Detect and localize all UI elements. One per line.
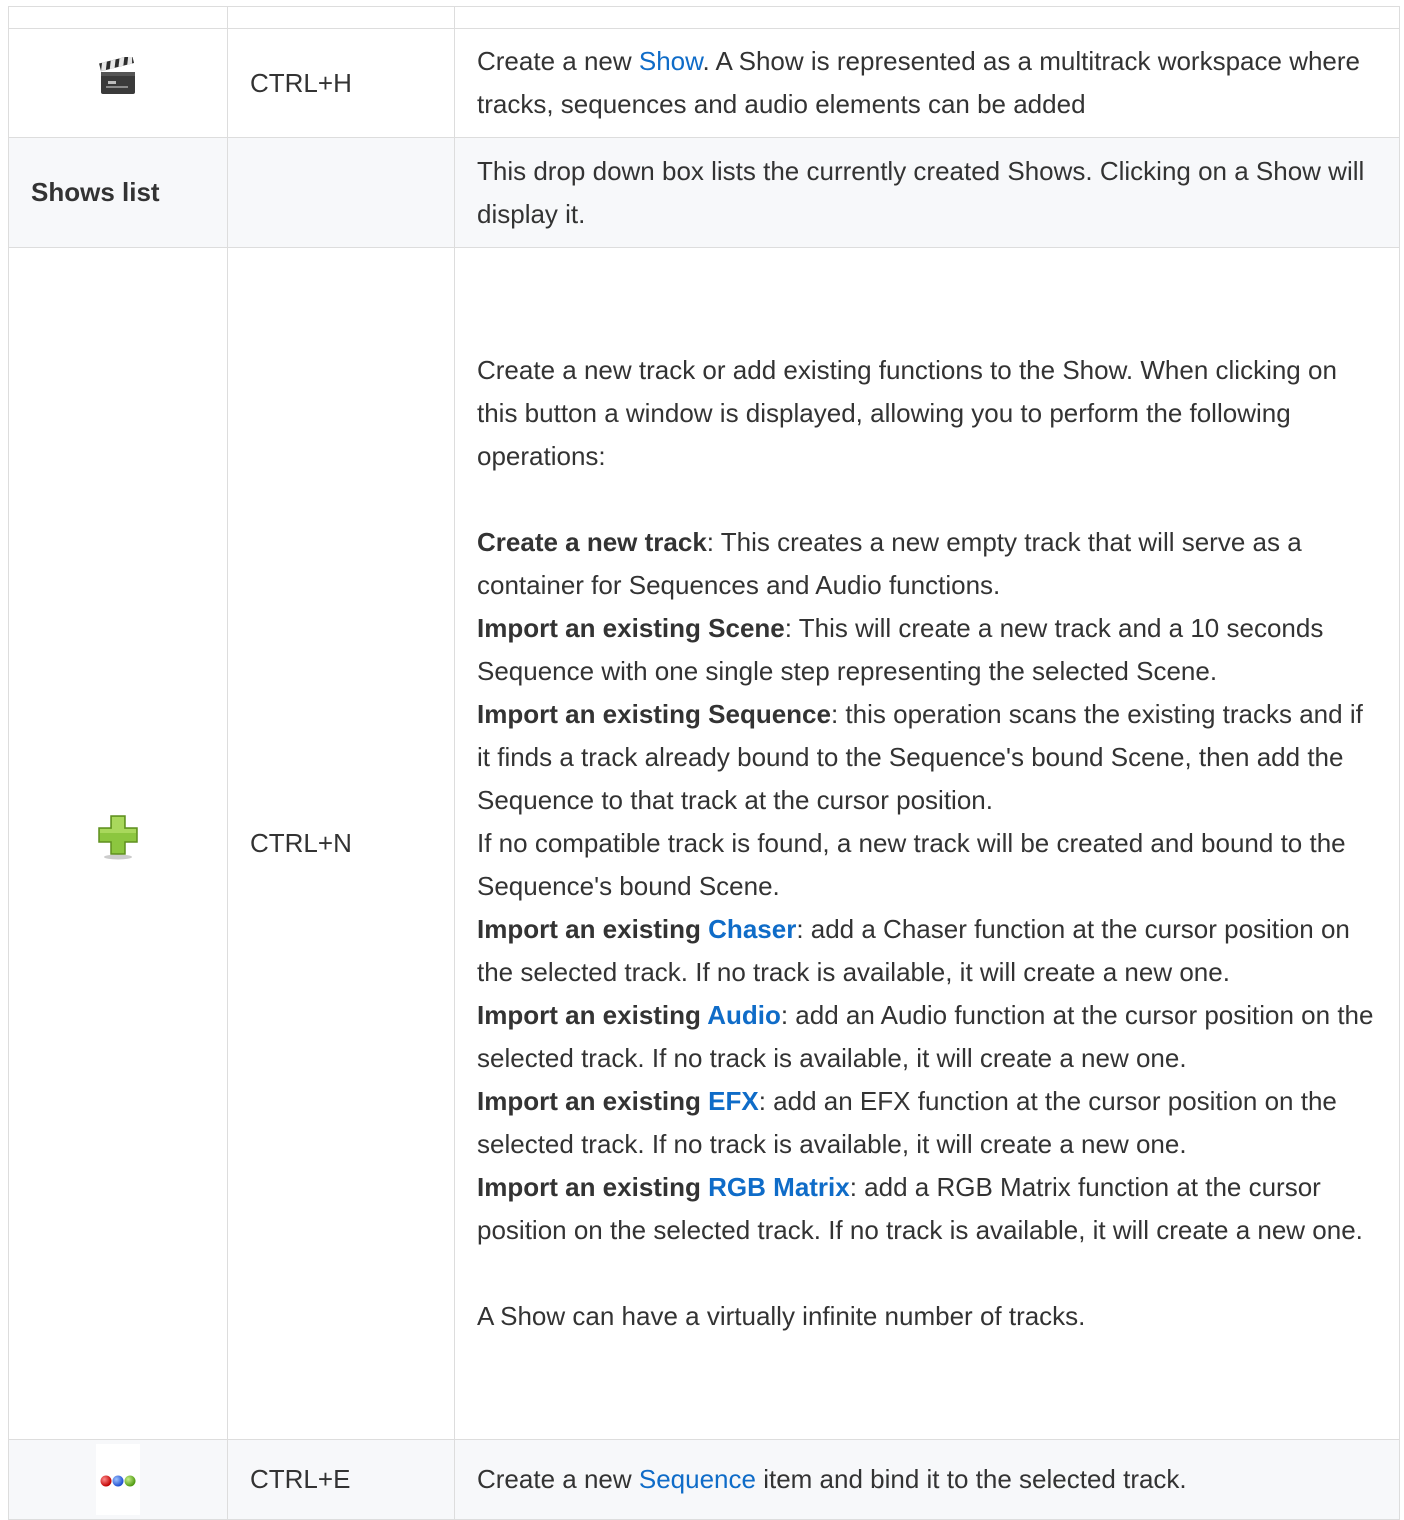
clapperboard-icon[interactable]: [98, 54, 138, 110]
sequence-link[interactable]: Sequence: [639, 1464, 756, 1494]
description-text: item and bind it to the selected track.: [755, 1464, 1187, 1494]
table-row-add-track: CTRL+N Create a new track or add existin…: [8, 247, 1400, 1440]
op-label: Import an existing RGB Matrix: [477, 1172, 850, 1202]
shortcut-table: CTRL+H Create a new Show. A Show is repr…: [8, 6, 1400, 1520]
efx-link[interactable]: EFX: [708, 1086, 759, 1116]
icon-cell: [8, 247, 228, 1440]
header-cell-1: [8, 6, 228, 29]
op-label: Import an existing EFX: [477, 1086, 759, 1116]
description-cell: Create a new track or add existing funct…: [454, 247, 1400, 1440]
op-label: Create a new track: [477, 527, 707, 557]
op-create-track: Create a new track: This creates a new e…: [477, 521, 1377, 607]
op-import-sequence: Import an existing Sequence: this operat…: [477, 693, 1377, 822]
shortcut-cell: [227, 137, 455, 248]
header-cell-2: [227, 6, 455, 29]
chaser-link[interactable]: Chaser: [708, 914, 796, 944]
table-row-new-show: CTRL+H Create a new Show. A Show is repr…: [8, 28, 1400, 138]
op-import-chaser: Import an existing Chaser: add a Chaser …: [477, 908, 1377, 994]
op-label: Import an existing Scene: [477, 613, 785, 643]
op-label: Import an existing Sequence: [477, 699, 831, 729]
three-dots-sequence-icon[interactable]: [96, 1444, 140, 1515]
rgb-matrix-link[interactable]: RGB Matrix: [708, 1172, 850, 1202]
green-plus-icon[interactable]: [97, 814, 139, 873]
icon-cell: [8, 1439, 228, 1520]
audio-link[interactable]: Audio: [707, 1000, 781, 1030]
description-cell: Create a new Show. A Show is represented…: [454, 28, 1400, 138]
outro-text: A Show can have a virtually infinite num…: [477, 1301, 1086, 1331]
icon-cell: [8, 28, 228, 138]
shortcut-cell: CTRL+N: [227, 247, 455, 1440]
op-label: Import an existing Audio: [477, 1000, 781, 1030]
intro-text: Create a new track or add existing funct…: [477, 355, 1337, 471]
description-text: Create a new: [477, 1464, 639, 1494]
table-row-new-sequence: CTRL+E Create a new Sequence item and bi…: [8, 1439, 1400, 1520]
shows-list-label: Shows list: [8, 137, 228, 248]
shortcut-cell: CTRL+E: [227, 1439, 455, 1520]
description-cell: Create a new Sequence item and bind it t…: [454, 1439, 1400, 1520]
op-import-scene: Import an existing Scene: This will crea…: [477, 607, 1377, 693]
header-row: [8, 6, 1400, 29]
op-import-rgb-matrix: Import an existing RGB Matrix: add a RGB…: [477, 1166, 1377, 1252]
op-label: Import an existing Chaser: [477, 914, 797, 944]
description-text: Create a new: [477, 46, 639, 76]
op-import-audio: Import an existing Audio: add an Audio f…: [477, 994, 1377, 1080]
header-cell-3: [454, 6, 1400, 29]
shortcut-cell: CTRL+H: [227, 28, 455, 138]
table-row-shows-list: Shows list This drop down box lists the …: [8, 137, 1400, 248]
show-link[interactable]: Show: [639, 46, 703, 76]
op-import-efx: Import an existing EFX: add an EFX funct…: [477, 1080, 1377, 1166]
description-cell: This drop down box lists the currently c…: [454, 137, 1400, 248]
op-sequence-note: If no compatible track is found, a new t…: [477, 828, 1346, 901]
